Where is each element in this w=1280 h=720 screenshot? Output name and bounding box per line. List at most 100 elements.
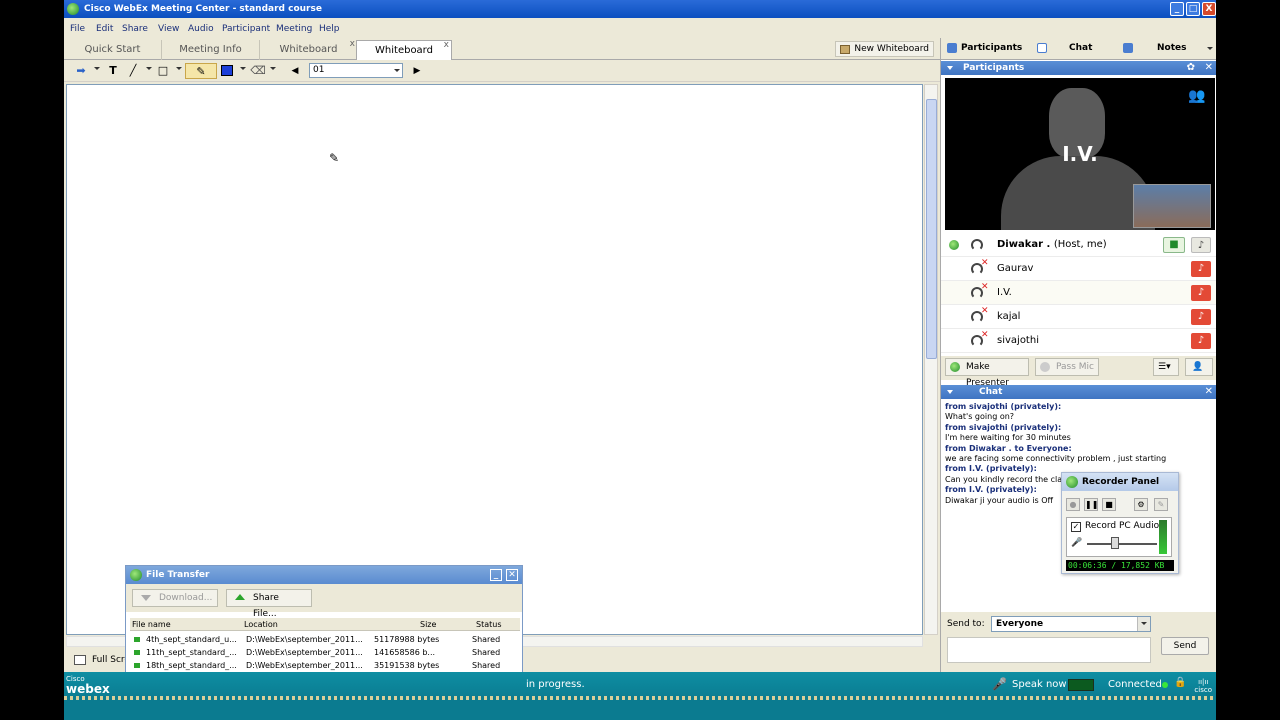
tab-label: Whiteboard: [375, 45, 433, 56]
recorder-edit-icon[interactable]: ✎: [1154, 498, 1168, 511]
arrow-pointer-icon[interactable]: ➡: [72, 63, 90, 79]
tab-participants[interactable]: Participants: [945, 41, 1022, 55]
minimize-button[interactable]: _: [1170, 2, 1184, 16]
close-panel-icon[interactable]: ✕: [1205, 61, 1213, 75]
chevron-down-icon[interactable]: [94, 67, 100, 70]
tab-chat[interactable]: Chat: [1035, 41, 1115, 55]
menu-help[interactable]: Help: [319, 24, 340, 34]
tab-notes[interactable]: Notes: [1121, 41, 1201, 55]
previous-page-icon[interactable]: ◀: [290, 63, 300, 79]
color-picker-icon[interactable]: [220, 63, 234, 79]
recorder-title: Recorder Panel: [1082, 477, 1160, 487]
send-button[interactable]: Send: [1161, 637, 1209, 655]
minimize-button[interactable]: _: [490, 569, 502, 581]
column-status[interactable]: Status: [476, 618, 502, 631]
collapse-icon[interactable]: [947, 390, 953, 394]
lock-icon: 🔒: [1174, 677, 1187, 688]
recorder-panel: Recorder Panel ● ❚❚ ■ ⚙ ✎ ✓ Record PC Au…: [1061, 472, 1179, 574]
add-user-icon: 👤: [1192, 362, 1204, 372]
muted-microphone-icon[interactable]: ♪: [1191, 285, 1211, 301]
recorder-header[interactable]: Recorder Panel: [1062, 473, 1178, 491]
record-audio-checkbox[interactable]: ✓: [1071, 522, 1081, 532]
column-location[interactable]: Location: [244, 618, 278, 631]
close-panel-icon[interactable]: ✕: [1205, 385, 1213, 399]
menu-file[interactable]: File: [70, 24, 85, 34]
menu-meeting[interactable]: Meeting: [276, 24, 312, 34]
share-file-button[interactable]: Share File...: [226, 589, 312, 619]
maximize-button[interactable]: □: [1186, 2, 1200, 16]
chevron-down-icon[interactable]: [270, 67, 276, 70]
chevron-down-icon[interactable]: [146, 67, 152, 70]
tab-whiteboard-2[interactable]: Whiteboard x: [356, 40, 452, 61]
menu-audio[interactable]: Audio: [188, 24, 214, 34]
muted-microphone-icon[interactable]: ♪: [1191, 333, 1211, 349]
chevron-down-icon[interactable]: [1207, 47, 1213, 50]
presenter-ball-icon: [949, 240, 959, 250]
record-icon[interactable]: ●: [1066, 498, 1080, 511]
file-row[interactable]: 11th_sept_standard_... D:\WebEx\septembe…: [130, 646, 520, 659]
menu-edit[interactable]: Edit: [96, 24, 113, 34]
close-tab-icon[interactable]: x: [444, 36, 449, 55]
file-transfer-toolbar: Download... Share File...: [126, 584, 522, 619]
vertical-scrollbar[interactable]: [924, 84, 938, 635]
video-camera-icon[interactable]: ■: [1163, 237, 1185, 253]
chat-panel-header[interactable]: Chat ✕: [941, 385, 1216, 399]
volume-slider[interactable]: [1087, 543, 1157, 545]
chevron-down-icon[interactable]: [240, 67, 246, 70]
full-screen-button[interactable]: Full Scre: [70, 653, 130, 667]
muted-microphone-icon[interactable]: ♪: [1191, 309, 1211, 325]
collapse-icon[interactable]: [947, 66, 953, 70]
pass-mic-button[interactable]: Pass Mic: [1035, 358, 1099, 376]
column-file-name[interactable]: File name: [132, 618, 171, 631]
eraser-icon[interactable]: ⌫: [250, 63, 266, 79]
close-button[interactable]: X: [1202, 2, 1216, 16]
recorder-settings-icon[interactable]: ⚙: [1134, 498, 1148, 511]
text-tool-icon[interactable]: T: [106, 63, 120, 79]
tab-label: Quick Start: [84, 44, 141, 55]
close-tab-icon[interactable]: x: [350, 35, 355, 54]
settings-icon[interactable]: ✿: [1187, 61, 1195, 75]
send-to-select[interactable]: Everyone: [991, 616, 1151, 632]
microphone-icon[interactable]: ♪: [1191, 237, 1211, 253]
chevron-down-icon[interactable]: [176, 67, 182, 70]
webex-logo-icon: [130, 569, 142, 581]
close-button[interactable]: ✕: [506, 569, 518, 581]
menu-view[interactable]: View: [158, 24, 179, 34]
menu-share[interactable]: Share: [122, 24, 148, 34]
pause-icon[interactable]: ❚❚: [1084, 498, 1098, 511]
rectangle-tool-icon[interactable]: □: [156, 63, 170, 79]
download-button[interactable]: Download...: [132, 589, 218, 607]
chat-icon: [1037, 43, 1047, 53]
headset-icon: [971, 239, 983, 251]
tab-whiteboard-1[interactable]: Whiteboard x: [260, 39, 358, 60]
tab-quick-start[interactable]: Quick Start: [64, 40, 162, 60]
volume-slider-knob[interactable]: [1111, 537, 1119, 549]
make-presenter-button[interactable]: Make Presenter: [945, 358, 1029, 388]
stop-icon[interactable]: ■: [1102, 498, 1116, 511]
people-icon[interactable]: 👥: [1185, 86, 1209, 106]
window-title: Cisco WebEx Meeting Center - standard co…: [84, 4, 322, 14]
participant-row[interactable]: ✕ sivajothi ♪: [941, 329, 1216, 353]
participants-panel-title: Participants: [963, 63, 1025, 73]
file-transfer-header[interactable]: File Transfer _ ✕: [126, 566, 522, 584]
line-tool-icon[interactable]: ╱: [126, 63, 140, 79]
list-options-button[interactable]: ☰▾: [1153, 358, 1179, 376]
whiteboard-canvas[interactable]: ✎: [66, 84, 923, 635]
whiteboard-toolbar: ➡ T ╱ □ ✎ ⌫ ◀ 01 ▶: [64, 60, 940, 82]
participants-panel-header[interactable]: Participants ✿ ✕: [941, 61, 1216, 75]
add-participant-button[interactable]: 👤: [1185, 358, 1213, 376]
button-label: Share File...: [253, 593, 279, 619]
file-row[interactable]: 18th_sept_standard_... D:\WebEx\septembe…: [130, 659, 520, 672]
menu-participant[interactable]: Participant: [222, 24, 270, 34]
muted-microphone-icon[interactable]: ♪: [1191, 261, 1211, 277]
chat-input[interactable]: [947, 637, 1151, 663]
file-row[interactable]: 4th_sept_standard_u... D:\WebEx\septembe…: [130, 633, 520, 646]
page-select[interactable]: 01: [309, 63, 403, 78]
pen-tool-icon[interactable]: ✎: [185, 63, 217, 79]
tab-meeting-info[interactable]: Meeting Info: [162, 40, 260, 60]
connection-indicator-icon: [1162, 682, 1168, 688]
new-whiteboard-button[interactable]: New Whiteboard: [835, 41, 934, 57]
next-page-icon[interactable]: ▶: [412, 63, 422, 79]
scrollbar-thumb[interactable]: [926, 99, 937, 359]
column-size[interactable]: Size: [420, 618, 436, 631]
